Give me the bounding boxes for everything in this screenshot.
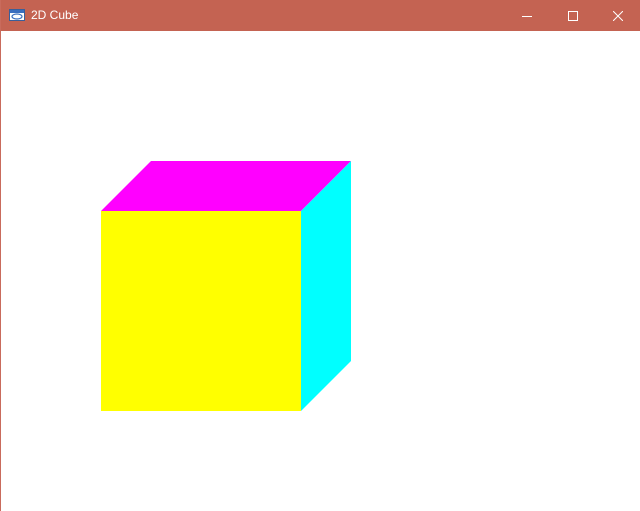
- window-app-icon: [9, 9, 25, 21]
- title-bar[interactable]: 2D Cube: [1, 0, 640, 31]
- maximize-icon: [568, 10, 578, 21]
- minimize-icon: [522, 15, 532, 17]
- close-icon: [613, 10, 623, 21]
- minimize-button[interactable]: [504, 0, 550, 31]
- drawing-area: [1, 31, 640, 511]
- cube-front-face: [101, 211, 301, 411]
- window-title: 2D Cube: [31, 8, 79, 22]
- app-window: 2D Cube: [0, 0, 640, 511]
- maximize-button[interactable]: [550, 0, 596, 31]
- close-button[interactable]: [595, 0, 640, 31]
- cube-canvas: [101, 161, 351, 411]
